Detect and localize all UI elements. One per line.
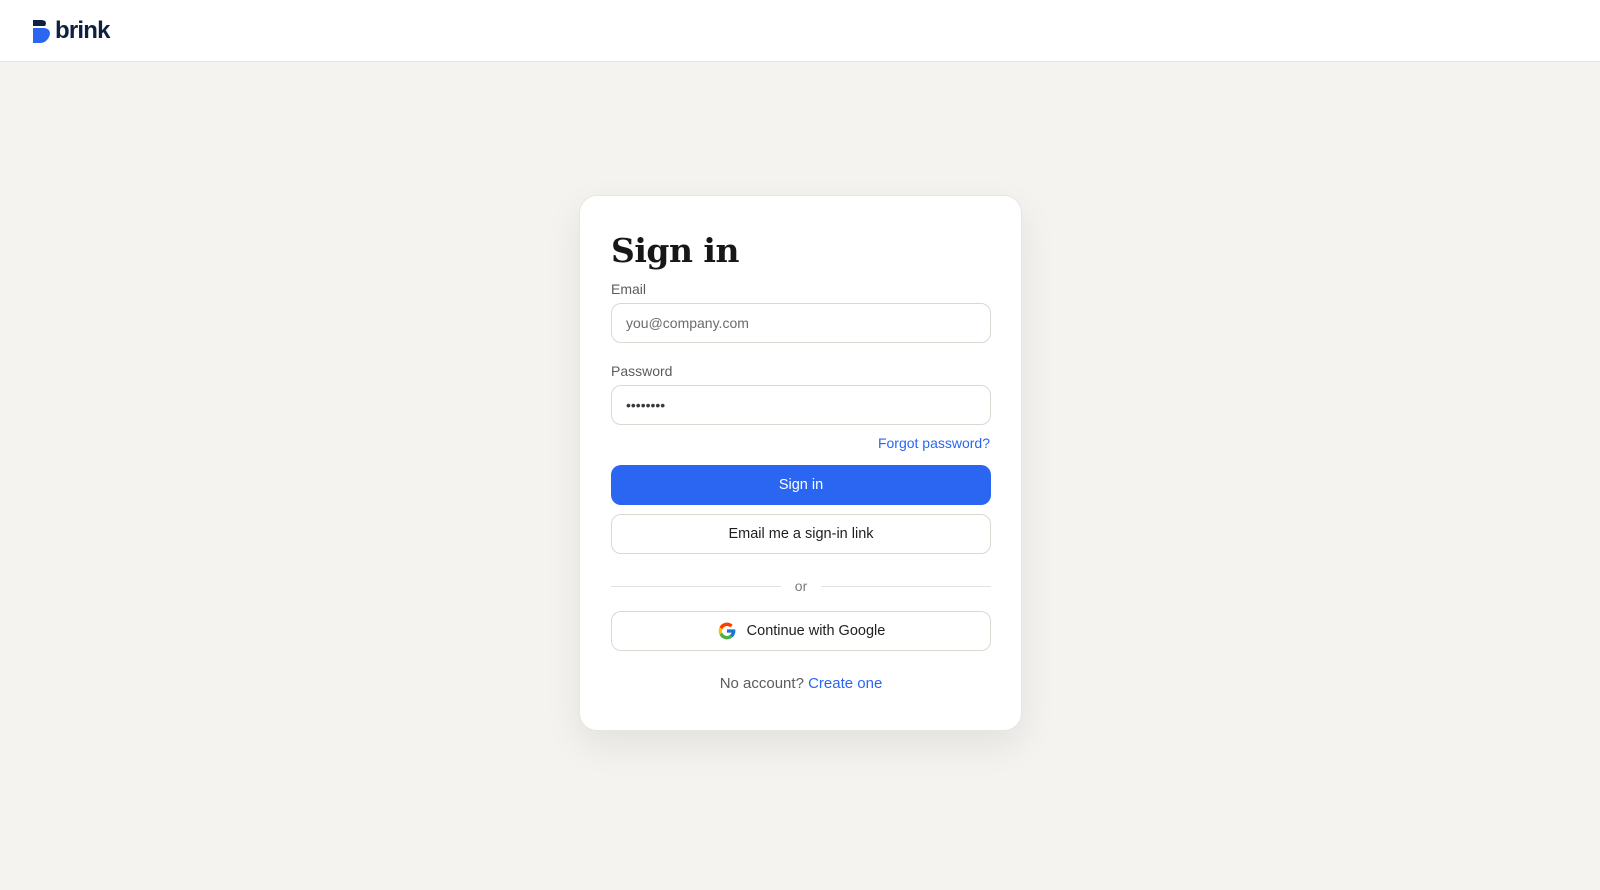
divider-line-left (611, 585, 781, 587)
google-g-icon (718, 622, 736, 640)
email-sign-in-link-button[interactable]: Email me a sign-in link (611, 514, 991, 554)
brand-logo[interactable]: brink (32, 18, 110, 44)
password-field[interactable] (611, 385, 991, 425)
google-button-label: Continue with Google (746, 623, 886, 639)
password-label: Password (611, 363, 673, 379)
email-label: Email (611, 281, 647, 297)
email-field[interactable] (611, 303, 991, 343)
divider-line-right (821, 585, 992, 587)
top-bar: brink (0, 0, 1600, 62)
continue-with-google-button[interactable]: Continue with Google (611, 611, 991, 651)
create-account-link[interactable]: Create one (808, 675, 882, 692)
divider-text: or (794, 578, 808, 594)
email-sign-in-link-label: Email me a sign-in link (728, 526, 874, 542)
sign-in-button[interactable]: Sign in (611, 465, 991, 505)
brand-name: brink (55, 17, 110, 44)
create-account-prompt: No account? Create one (611, 674, 991, 694)
brink-logo-icon (33, 19, 50, 43)
page-title: Sign in (611, 231, 739, 270)
or-divider: or (611, 577, 992, 595)
forgot-password-link[interactable]: Forgot password? (878, 434, 990, 452)
signin-card: Sign in Email Password Forgot password? … (579, 195, 1022, 731)
no-account-text: No account? (719, 675, 804, 692)
